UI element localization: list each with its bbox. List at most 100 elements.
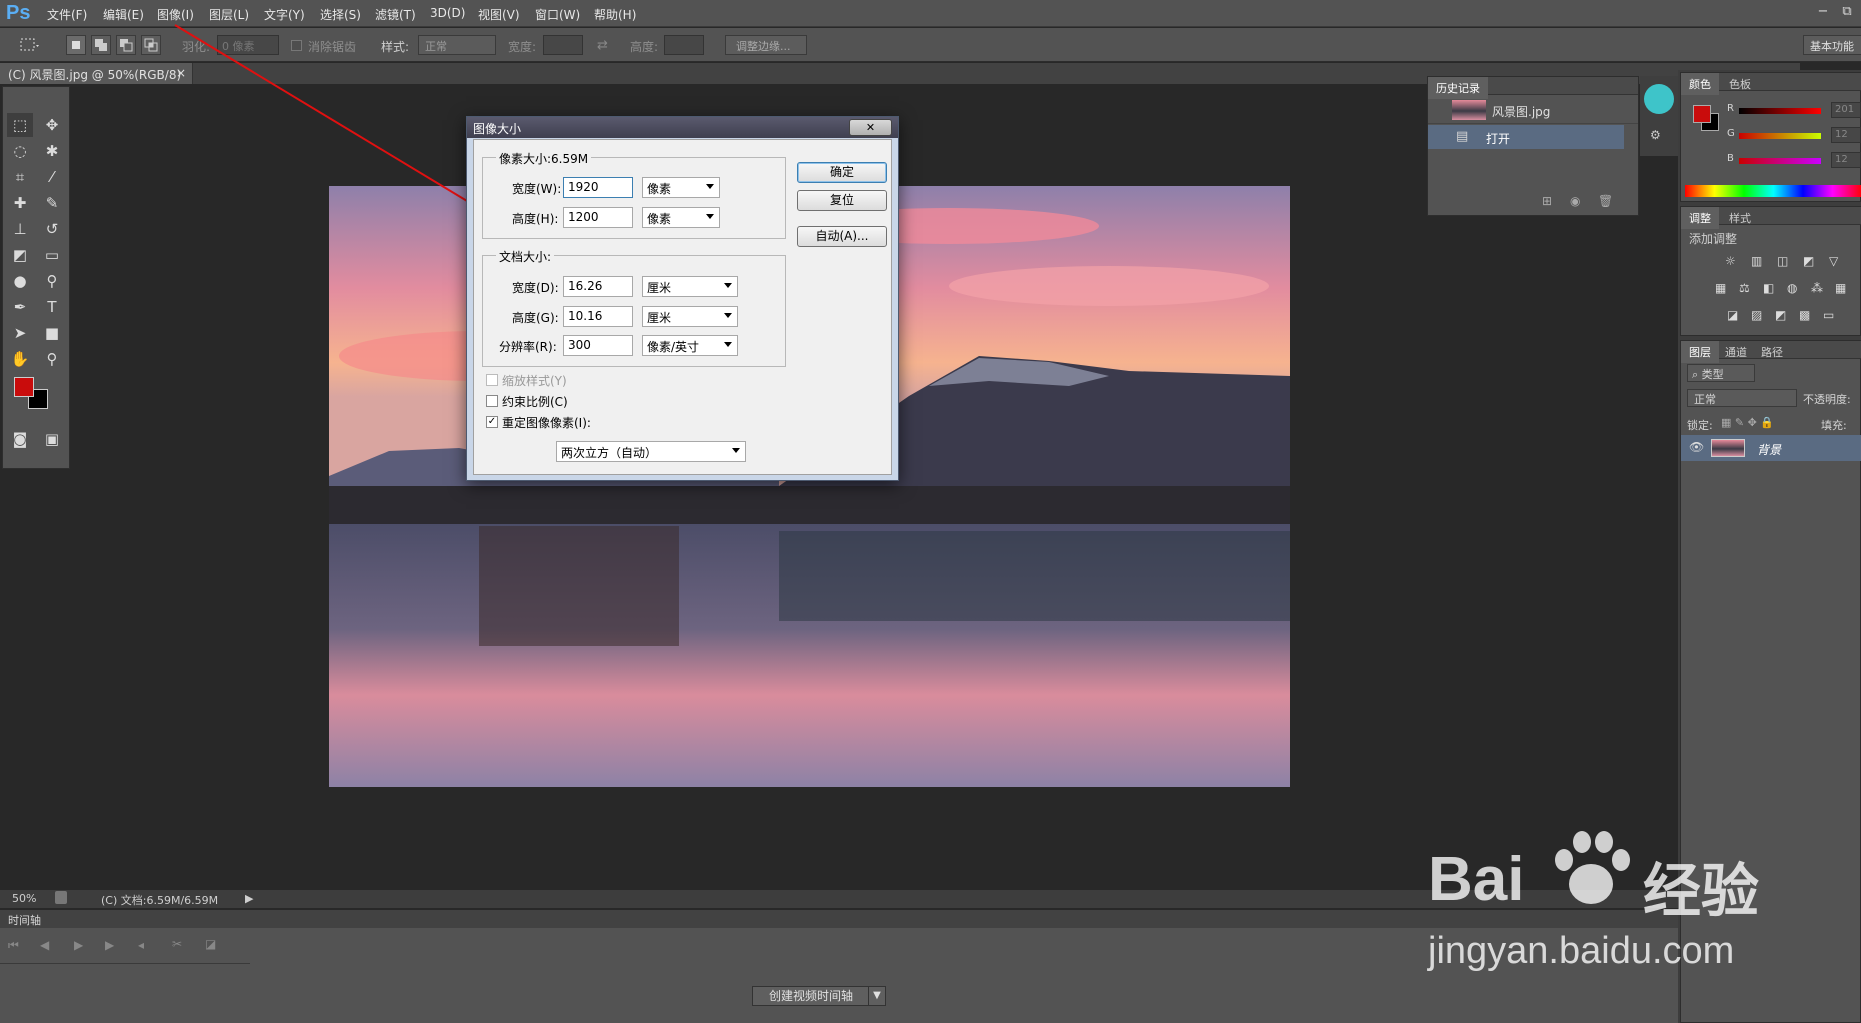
pixel-height-unit-select[interactable]: 像素 bbox=[642, 207, 720, 228]
play-icon[interactable]: ▶ bbox=[74, 938, 83, 952]
doc-height-input[interactable]: 10.16 bbox=[563, 306, 633, 327]
color-balance-icon[interactable]: ⚖ bbox=[1739, 281, 1750, 295]
path-select-tool-icon[interactable]: ➤ bbox=[7, 321, 33, 345]
color-lookup-icon[interactable]: ▦ bbox=[1835, 281, 1846, 295]
color-spectrum-bar[interactable] bbox=[1685, 185, 1861, 197]
eraser-tool-icon[interactable]: ◩ bbox=[7, 243, 33, 267]
ok-button[interactable]: 确定 bbox=[797, 162, 887, 183]
document-tab[interactable]: (C) 风景图.jpg @ 50%(RGB/8) × bbox=[0, 63, 193, 84]
menu-image[interactable]: 图像(I) bbox=[157, 6, 194, 23]
curves-icon[interactable]: ◫ bbox=[1777, 254, 1788, 268]
exposure-icon[interactable]: ◩ bbox=[1803, 254, 1814, 268]
close-tab-icon[interactable]: × bbox=[176, 66, 186, 80]
dialog-close-button[interactable]: ✕ bbox=[849, 119, 892, 136]
zoom-level[interactable]: 50% bbox=[12, 892, 36, 905]
gradient-map-icon[interactable]: ▭ bbox=[1823, 308, 1834, 322]
move-tool-icon[interactable]: ✥ bbox=[39, 113, 65, 137]
tab-swatches[interactable]: 色板 bbox=[1721, 73, 1759, 95]
style-select[interactable]: 正常 bbox=[418, 35, 496, 55]
tab-adjustments[interactable]: 调整 bbox=[1681, 207, 1719, 229]
tab-layers[interactable]: 图层 bbox=[1681, 341, 1719, 363]
blur-tool-icon[interactable]: ● bbox=[7, 269, 33, 293]
channel-g-value[interactable]: 12 bbox=[1831, 127, 1861, 143]
menu-type[interactable]: 文字(Y) bbox=[264, 6, 305, 23]
zoom-tool-icon[interactable]: ⚲ bbox=[39, 347, 65, 371]
foreground-color-swatch[interactable] bbox=[14, 377, 34, 397]
eyedropper-tool-icon[interactable]: ⁄ bbox=[39, 165, 65, 189]
create-timeline-button[interactable]: 创建视频时间轴 bbox=[752, 986, 870, 1006]
menu-3d[interactable]: 3D(D) bbox=[430, 6, 465, 20]
lock-icons[interactable]: ▦ ✎ ✥ 🔒 bbox=[1721, 416, 1774, 429]
swap-icon[interactable]: ⇄ bbox=[597, 38, 608, 53]
constrain-proportions-checkbox[interactable] bbox=[486, 395, 498, 407]
color-fg-swatch[interactable] bbox=[1693, 105, 1711, 123]
tab-channels[interactable]: 通道 bbox=[1717, 341, 1755, 363]
history-brush-tool-icon[interactable]: ↺ bbox=[39, 217, 65, 241]
menu-select[interactable]: 选择(S) bbox=[320, 6, 361, 23]
status-arrow-icon[interactable]: ▶ bbox=[245, 892, 253, 905]
posterize-icon[interactable]: ▨ bbox=[1751, 308, 1762, 322]
type-tool-icon[interactable]: T bbox=[39, 295, 65, 319]
menu-window[interactable]: 窗口(W) bbox=[535, 6, 580, 23]
auto-button[interactable]: 自动(A)... bbox=[797, 226, 887, 247]
resample-method-select[interactable]: 两次立方（自动） bbox=[556, 441, 746, 462]
prev-frame-icon[interactable]: ◀ bbox=[40, 938, 49, 952]
trash-icon[interactable]: 🗑 bbox=[1598, 194, 1613, 208]
layer-row[interactable]: 👁 背景 bbox=[1681, 435, 1861, 461]
pen-tool-icon[interactable]: ✒ bbox=[7, 295, 33, 319]
scissors-icon[interactable]: ✂ bbox=[172, 937, 182, 951]
width-input[interactable] bbox=[543, 35, 583, 55]
shape-tool-icon[interactable]: ■ bbox=[39, 321, 65, 345]
hand-tool-icon[interactable]: ✋ bbox=[7, 347, 33, 371]
blend-mode-select[interactable]: 正常 bbox=[1687, 389, 1797, 407]
crop-tool-icon[interactable]: ⌗ bbox=[7, 165, 33, 189]
camera-icon[interactable]: ◉ bbox=[1570, 194, 1580, 208]
brightness-icon[interactable]: ☼ bbox=[1725, 254, 1736, 268]
lasso-tool-icon[interactable]: ◌ bbox=[7, 139, 33, 163]
add-selection-icon[interactable] bbox=[91, 35, 111, 55]
pixel-width-unit-select[interactable]: 像素 bbox=[642, 177, 720, 198]
transition-icon[interactable]: ◪ bbox=[205, 937, 216, 951]
next-frame-icon[interactable]: ▶ bbox=[105, 938, 114, 952]
doc-width-input[interactable]: 16.26 bbox=[563, 276, 633, 297]
screen-mode-icon[interactable]: ▣ bbox=[39, 427, 65, 451]
menu-edit[interactable]: 编辑(E) bbox=[103, 6, 144, 23]
refine-edge-button[interactable]: 调整边缘... bbox=[725, 35, 807, 55]
history-snapshot[interactable]: 风景图.jpg bbox=[1428, 96, 1638, 124]
tab-paths[interactable]: 路径 bbox=[1753, 341, 1791, 363]
selective-color-icon[interactable]: ▩ bbox=[1799, 308, 1810, 322]
resample-checkbox[interactable]: ✓ bbox=[486, 416, 498, 428]
black-white-icon[interactable]: ◧ bbox=[1763, 281, 1774, 295]
history-item[interactable]: ▤ 打开 bbox=[1428, 125, 1624, 149]
threshold-icon[interactable]: ◩ bbox=[1775, 308, 1786, 322]
photo-filter-icon[interactable]: ◍ bbox=[1787, 281, 1797, 295]
magic-wand-tool-icon[interactable]: ✱ bbox=[39, 139, 65, 163]
antialias-checkbox[interactable] bbox=[291, 40, 302, 51]
eye-icon[interactable]: 👁 bbox=[1689, 440, 1704, 454]
healing-brush-tool-icon[interactable]: ✚ bbox=[7, 191, 33, 215]
vibrance-icon[interactable]: ▽ bbox=[1829, 254, 1838, 268]
new-selection-icon[interactable] bbox=[66, 35, 86, 55]
audio-icon[interactable]: ◂ bbox=[138, 938, 144, 952]
levels-icon[interactable]: ▥ bbox=[1751, 254, 1762, 268]
intersect-selection-icon[interactable] bbox=[141, 35, 161, 55]
tab-color[interactable]: 颜色 bbox=[1681, 73, 1719, 95]
feather-input[interactable]: 0 像素 bbox=[217, 35, 279, 55]
rect-marquee-tool-icon[interactable]: ⬚ bbox=[7, 113, 33, 137]
gradient-tool-icon[interactable]: ▭ bbox=[39, 243, 65, 267]
hue-saturation-icon[interactable]: ▦ bbox=[1715, 281, 1726, 295]
status-menu-icon[interactable] bbox=[55, 891, 67, 904]
channel-r-value[interactable]: 201 bbox=[1831, 102, 1861, 118]
channel-b-value[interactable]: 12 bbox=[1831, 152, 1861, 168]
menu-view[interactable]: 视图(V) bbox=[478, 6, 520, 23]
channel-g-slider[interactable] bbox=[1739, 133, 1821, 139]
first-frame-icon[interactable]: ⏮ bbox=[8, 938, 19, 953]
timeline-title[interactable]: 时间轴 bbox=[8, 912, 41, 928]
height-input[interactable] bbox=[664, 35, 704, 55]
menu-filter[interactable]: 滤镜(T) bbox=[375, 6, 416, 23]
clone-stamp-tool-icon[interactable]: ⊥ bbox=[7, 217, 33, 241]
restore-button[interactable]: ⧉ bbox=[1836, 4, 1858, 20]
channel-b-slider[interactable] bbox=[1739, 158, 1821, 164]
layer-filter-select[interactable]: ⌕ 类型 bbox=[1687, 364, 1755, 382]
new-snapshot-icon[interactable]: ⊞ bbox=[1542, 194, 1552, 208]
